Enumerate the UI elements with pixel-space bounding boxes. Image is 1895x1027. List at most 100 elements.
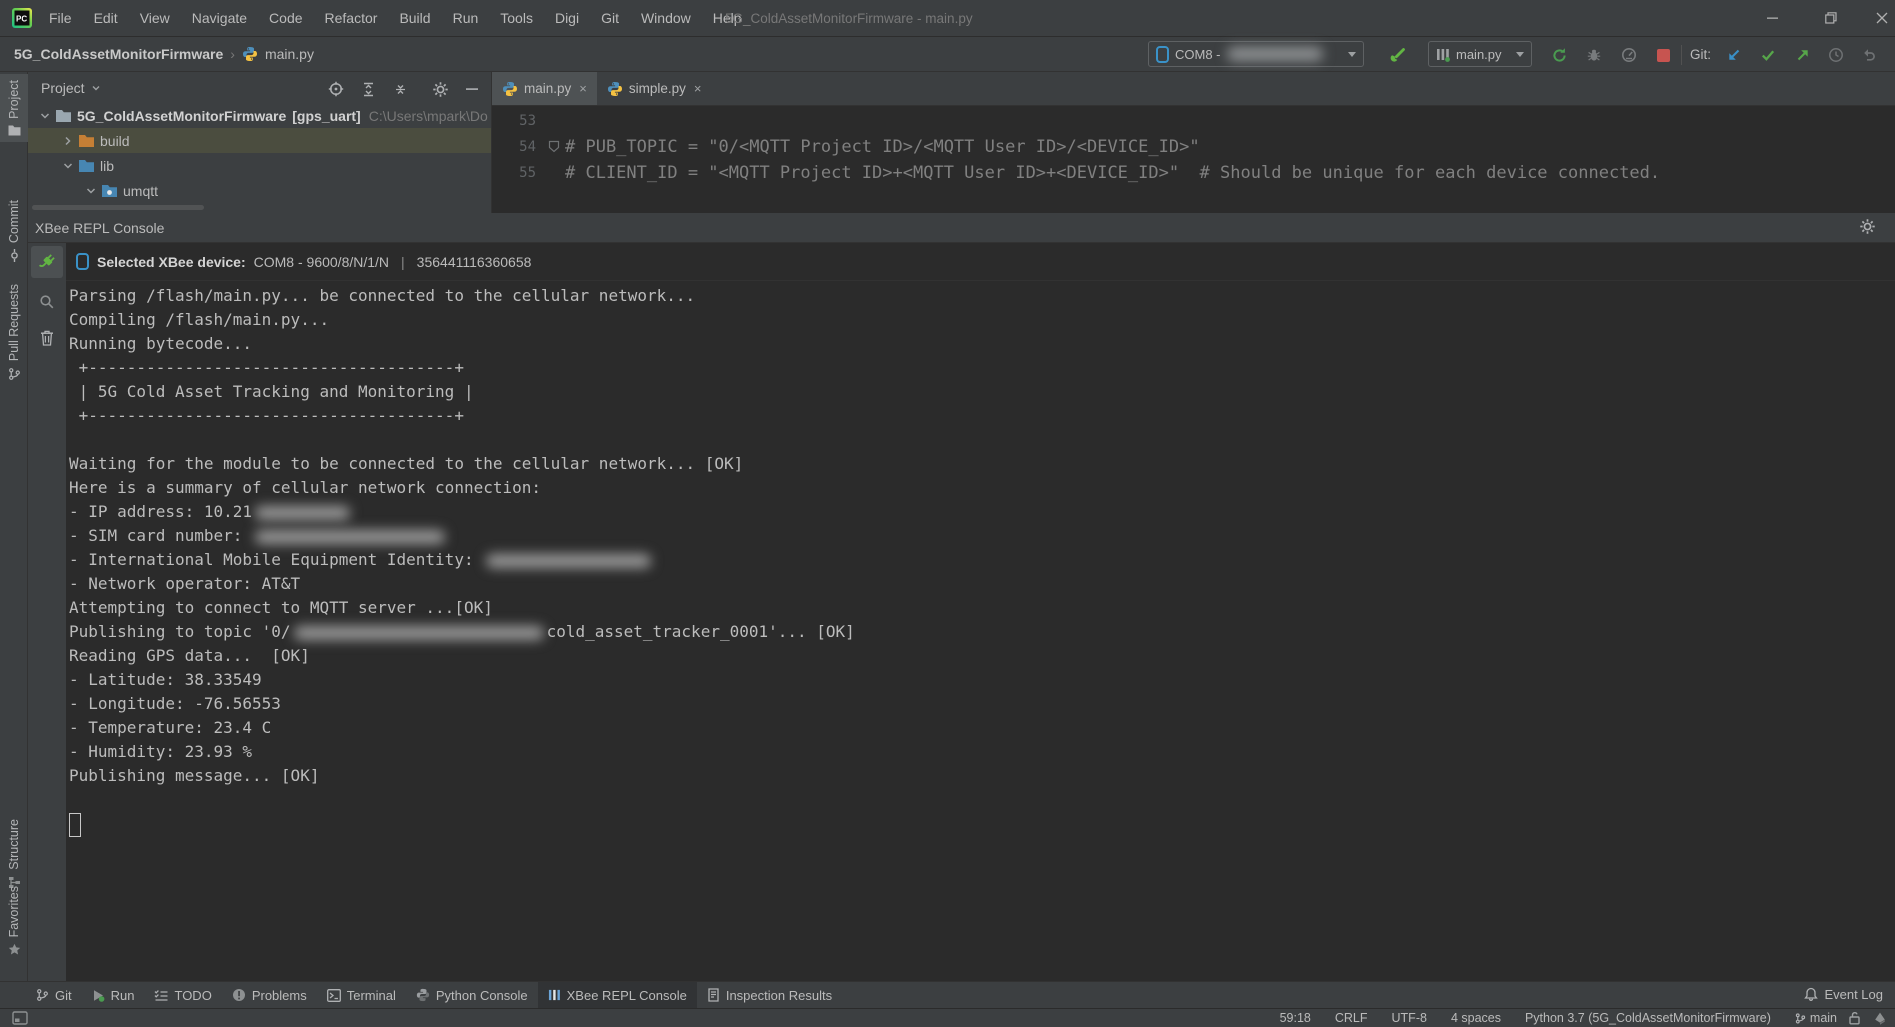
tool-window-switcher-icon[interactable] [12,1011,28,1025]
console-text: Publishing message... [OK] [69,766,319,785]
console-text [69,790,79,809]
collapse-all-button[interactable] [390,79,410,99]
menu-item-window[interactable]: Window [630,0,702,36]
device-id: 356441116360658 [417,254,532,270]
close-tab-icon[interactable]: × [694,81,702,96]
tool-window-button-inspection-results[interactable]: Inspection Results [697,982,842,1008]
stop-button[interactable] [1651,43,1675,67]
history-button[interactable] [1824,43,1848,67]
menu-item-build[interactable]: Build [388,0,441,36]
status-item-4[interactable]: 4 spaces [1451,1011,1501,1025]
tool-window-button-label: TODO [174,988,211,1003]
console-settings-gear-icon[interactable] [1859,218,1879,238]
locate-file-button[interactable] [326,79,346,99]
chevron-down-icon[interactable] [37,110,53,122]
stripe-tab-commit[interactable]: Commit [0,194,28,268]
expand-all-button[interactable] [358,79,378,99]
pycharm-logo-icon: PC [12,8,32,28]
chevron-right-icon[interactable] [60,135,76,147]
status-item-utf8[interactable]: UTF-8 [1392,1011,1427,1025]
hide-panel-button[interactable] [462,79,482,99]
xbee-tools-wrench-button[interactable] [1386,43,1410,67]
restore-button[interactable] [1809,0,1853,36]
menu-item-run[interactable]: Run [442,0,490,36]
console-line: +--------------------------------------+ [69,404,1895,428]
tool-window-button-label: Problems [252,988,307,1003]
console-panel-title: XBee REPL Console [35,220,164,236]
debug-button[interactable] [1582,43,1606,67]
editor-tab-main-py[interactable]: main.py× [492,72,597,105]
run-play-icon [92,989,105,1002]
project-panel-title[interactable]: Project [41,80,85,96]
selected-device-row: Selected XBee device: COM8 - 9600/8/N/1/… [66,243,1895,281]
fold-marker-icon[interactable] [548,140,560,153]
tool-window-button-run[interactable]: Run [82,982,145,1008]
tree-row-5g_coldassetmonitorfirmware[interactable]: 5G_ColdAssetMonitorFirmware[gps_uart]C:\… [28,103,491,128]
close-tab-icon[interactable]: × [579,81,587,96]
chevron-down-icon[interactable] [91,83,101,93]
status-item-python[interactable]: Python 3.7 (5G_ColdAssetMonitorFirmware) [1525,1011,1771,1025]
redacted-blur [1227,47,1323,61]
stripe-tab-favorites[interactable]: Favorites [0,880,28,962]
tool-window-button-todo[interactable]: TODO [144,982,221,1008]
menu-item-tools[interactable]: Tools [489,0,544,36]
window-title: 5G_ColdAssetMonitorFirmware - main.py [725,0,973,37]
menu-item-git[interactable]: Git [590,0,630,36]
breadcrumb-file[interactable]: main.py [265,46,314,62]
tool-window-button-python-console[interactable]: Python Console [406,982,538,1008]
git-push-button[interactable] [1791,43,1815,67]
profiler-button[interactable] [1617,43,1641,67]
console-log[interactable]: Parsing /flash/main.py... be connected t… [66,284,1895,836]
status-item-crlf[interactable]: CRLF [1335,1011,1368,1025]
hector-inspections-icon[interactable] [1873,1011,1887,1025]
menu-item-edit[interactable]: Edit [83,0,129,36]
event-log-button[interactable]: Event Log [1804,981,1883,1007]
search-icon[interactable] [31,287,63,317]
xbee-device-selector[interactable]: COM8 - [1148,41,1364,67]
git-update-button[interactable] [1722,43,1746,67]
status-item-5918[interactable]: 59:18 [1280,1011,1311,1025]
tool-window-button-git[interactable]: Git [26,982,82,1008]
menu-item-digi[interactable]: Digi [544,0,590,36]
chevron-down-icon [1516,52,1524,57]
tool-window-button-terminal[interactable]: Terminal [317,982,406,1008]
menu-item-code[interactable]: Code [258,0,313,36]
editor-code[interactable]: # PUB_TOPIC = "0/<MQTT Project ID>/<MQTT… [565,108,1895,186]
menu-item-navigate[interactable]: Navigate [181,0,258,36]
editor-tab-simple-py[interactable]: simple.py× [597,72,712,105]
tree-row-umqtt[interactable]: umqtt [28,178,491,203]
tool-window-button-xbee-repl-console[interactable]: XBee REPL Console [538,982,697,1008]
menu-item-view[interactable]: View [129,0,181,36]
python-file-icon [242,46,258,62]
rerun-button[interactable] [1547,43,1571,67]
menu-item-refactor[interactable]: Refactor [314,0,389,36]
console-text: Attempting to connect to MQTT server ...… [69,598,493,617]
horizontal-scrollbar[interactable] [32,205,204,210]
run-configuration-selector[interactable]: main.py [1428,41,1532,67]
tree-row-build[interactable]: build [28,128,491,153]
stripe-tab-pull-requests[interactable]: Pull Requests [0,278,28,387]
git-commit-button[interactable] [1756,43,1780,67]
git-branch-widget[interactable]: main [1795,1011,1837,1025]
readonly-lock-icon[interactable] [1849,1011,1861,1025]
console-cursor[interactable] [69,813,81,837]
panel-settings-gear-icon[interactable] [430,79,450,99]
console-line: - Latitude: 38.33549 [69,668,1895,692]
breadcrumb-project[interactable]: 5G_ColdAssetMonitorFirmware [14,46,223,62]
chevron-down-icon[interactable] [60,160,76,172]
tool-window-button-problems[interactable]: Problems [222,982,317,1008]
tree-row-lib[interactable]: lib [28,153,491,178]
chevron-down-icon[interactable] [83,185,99,197]
close-button[interactable] [1860,0,1895,36]
console-line: - SIM card number: [69,524,1895,548]
tool-window-button-label: XBee REPL Console [567,988,687,1003]
console-text: - Humidity: 23.93 % [69,742,252,761]
stripe-tab-label: Favorites [7,886,21,937]
xbee-device-icon [1156,46,1169,63]
stripe-tab-project[interactable]: Project [0,74,28,142]
rollback-button[interactable] [1857,43,1881,67]
minimize-button[interactable] [1751,0,1795,36]
clear-console-trash-icon[interactable] [31,323,63,353]
menu-item-file[interactable]: File [38,0,83,36]
disconnect-plug-button[interactable] [31,246,63,278]
